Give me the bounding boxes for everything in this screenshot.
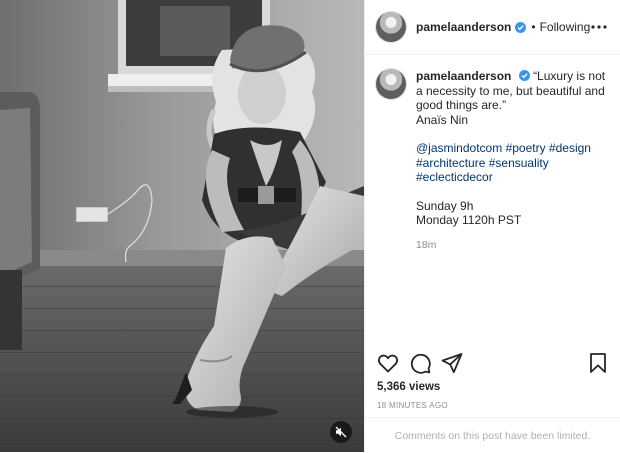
caption-schedule-time: Monday 1120h PST [416,213,522,227]
speaker-muted-icon [335,426,347,438]
hashtag-link[interactable]: #eclecticdecor [416,170,493,184]
header-user: pamelaanderson • Following [416,20,590,34]
caption-quote-paragraph: pamelaanderson “Luxury is not a necessit… [416,69,612,113]
following-button[interactable]: Following [540,20,591,34]
post-media[interactable] [0,0,364,452]
comment-age[interactable]: 18m [416,238,612,253]
comments-limited-text: Comments on this post have been limited. [394,429,591,442]
hashtag-link[interactable]: #architecture [416,156,485,170]
caption-username[interactable]: pamelaanderson [416,69,511,83]
caption-text: pamelaanderson “Luxury is not a necessit… [416,69,612,252]
separator-dot: • [531,20,536,34]
caption-hashtags: @jasmindotcom #poetry #design #architect… [416,141,612,185]
more-options-icon[interactable] [590,19,608,35]
caption-comment: pamelaanderson “Luxury is not a necessit… [376,69,612,252]
verified-badge-icon [518,70,530,81]
avatar[interactable] [376,69,406,99]
post-header: pamelaanderson • Following [365,0,620,55]
share-icon[interactable] [440,351,464,375]
post-photo [0,0,364,452]
bookmark-icon[interactable] [586,351,610,375]
action-bar [365,351,620,381]
comment-icon[interactable] [408,351,432,375]
mention-link[interactable]: @jasmindotcom [416,141,502,155]
instagram-post: pamelaanderson • Following pamelaanderso… [0,0,620,452]
comments-limited-notice: Comments on this post have been limited. [365,417,620,453]
hashtag-link[interactable]: #sensuality [489,156,549,170]
caption-author: Anaïs Nin [416,112,469,127]
hashtag-link[interactable]: #design [549,141,591,155]
post-timestamp[interactable]: 18 MINUTES AGO [377,401,448,410]
caption-schedule-day: Sunday 9h [416,198,474,213]
username-link[interactable]: pamelaanderson [416,20,511,34]
post-sidebar: pamelaanderson • Following pamelaanderso… [364,0,620,452]
heart-icon[interactable] [376,351,400,375]
mute-button[interactable] [330,421,352,443]
avatar[interactable] [376,12,406,42]
verified-badge-icon [515,21,527,33]
view-count[interactable]: 5,366 views [377,381,440,393]
hashtag-link[interactable]: #poetry [506,141,546,155]
